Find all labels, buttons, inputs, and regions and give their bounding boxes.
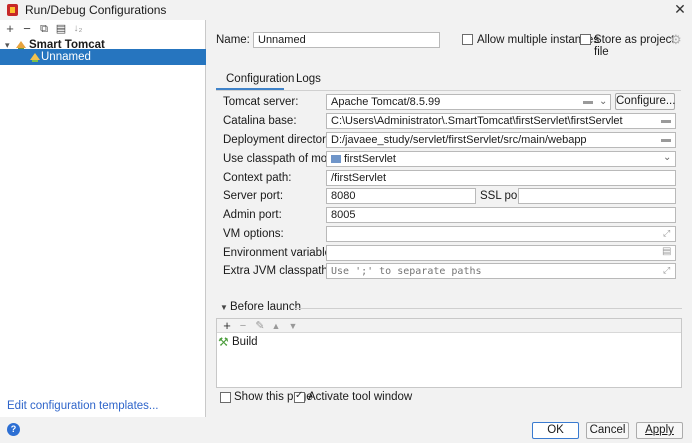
sort-icon[interactable]: ↓₂ (72, 22, 84, 36)
tomcat-server-label: Tomcat server: (223, 96, 299, 108)
chevron-down-icon[interactable]: ⌄ (663, 152, 671, 163)
tab-logs[interactable]: Logs (296, 72, 321, 90)
vm-options-field[interactable] (326, 226, 676, 242)
copy-icon[interactable]: ⧉ (38, 22, 50, 36)
deployment-directory-field[interactable]: D:/javaee_study/servlet/firstServlet/src… (326, 132, 676, 148)
name-field[interactable]: Unnamed (253, 32, 440, 48)
extra-jvm-classpath-field[interactable] (326, 263, 676, 279)
add-icon[interactable]: + (4, 22, 16, 36)
apply-button[interactable]: Apply (636, 422, 683, 439)
chevron-down-icon[interactable]: ▼ (220, 303, 228, 312)
show-this-page-checkbox[interactable] (220, 392, 231, 403)
before-launch-title[interactable]: Before launch (230, 301, 301, 313)
module-icon (331, 155, 341, 163)
activate-tool-window-checkbox[interactable] (294, 390, 305, 403)
build-icon: ⚒ (218, 335, 229, 349)
folder-icon[interactable]: ▬ (661, 134, 671, 145)
context-path-field[interactable]: /firstServlet (326, 170, 676, 186)
catalina-base-label: Catalina base: (223, 115, 297, 127)
classpath-module-select[interactable]: firstServlet (326, 151, 676, 167)
gear-icon[interactable]: ⚙ (670, 32, 682, 48)
environment-variables-label: Environment variables: (223, 247, 340, 259)
tree-item-unnamed[interactable]: Unnamed (0, 49, 206, 65)
ok-button[interactable]: OK (532, 422, 579, 439)
context-path-label: Context path: (223, 172, 292, 184)
activate-tool-window-label: Activate tool window (308, 391, 413, 403)
folder-icon[interactable]: ▬ (661, 115, 671, 126)
add-icon[interactable]: + (221, 319, 233, 333)
server-port-label: Server port: (223, 190, 284, 202)
configurations-tree-panel (0, 20, 206, 417)
before-launch-item-build[interactable]: Build (232, 336, 258, 348)
cancel-button[interactable]: Cancel (586, 422, 629, 439)
run-debug-app-icon (7, 4, 18, 16)
allow-multiple-checkbox[interactable] (462, 34, 473, 45)
expand-icon[interactable]: ⤢ (663, 265, 670, 276)
ssl-port-field[interactable] (518, 188, 676, 204)
move-to-folder-icon[interactable]: ▤ (55, 22, 67, 36)
environment-variables-field[interactable] (326, 245, 676, 261)
name-label: Name: (216, 34, 250, 46)
window-title: Run/Debug Configurations (25, 3, 167, 17)
move-up-icon[interactable]: ▲ (270, 319, 282, 333)
catalina-base-field[interactable]: C:\Users\Administrator\.SmartTomcat\firs… (326, 113, 676, 129)
tomcat-server-select[interactable]: Apache Tomcat/8.5.99 (326, 94, 611, 110)
admin-port-label: Admin port: (223, 209, 282, 221)
help-icon[interactable]: ? (7, 423, 20, 436)
tree-toolbar: + − ⧉ ▤ ↓₂ (0, 22, 206, 36)
edit-icon[interactable]: ✎ (254, 319, 266, 333)
move-down-icon[interactable]: ▼ (287, 319, 299, 333)
folder-icon[interactable]: ▬ (583, 96, 593, 107)
store-as-project-file-checkbox[interactable] (580, 34, 591, 45)
remove-icon[interactable]: − (21, 22, 33, 36)
chevron-down-icon[interactable]: ⌄ (599, 96, 607, 107)
tomcat-config-icon (30, 53, 40, 62)
deployment-directory-label: Deployment directory: (223, 134, 335, 146)
configure-button[interactable]: Configure... (615, 93, 675, 110)
remove-icon[interactable]: − (237, 319, 249, 333)
server-port-field[interactable]: 8080 (326, 188, 476, 204)
extra-jvm-classpath-label: Extra JVM classpath: (223, 265, 332, 277)
admin-port-field[interactable]: 8005 (326, 207, 676, 223)
tree-item-label: Unnamed (41, 51, 91, 63)
close-icon[interactable]: ✕ (673, 1, 687, 18)
edit-configuration-templates-link[interactable]: Edit configuration templates... (7, 400, 159, 412)
edit-list-icon[interactable]: ▤ (662, 246, 671, 257)
vm-options-label: VM options: (223, 228, 284, 240)
before-launch-divider (293, 308, 682, 309)
expand-icon[interactable]: ⤢ (663, 228, 670, 239)
